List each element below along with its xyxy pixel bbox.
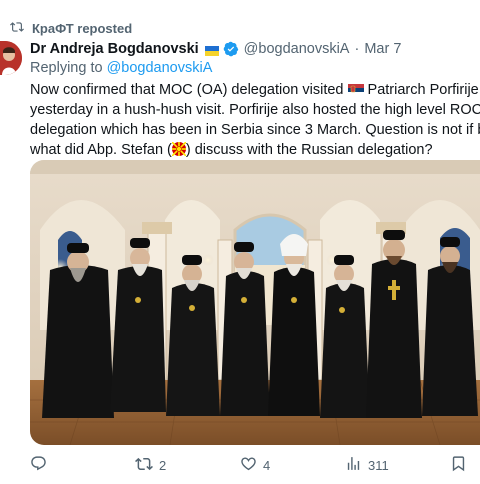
- separator-dot: ·: [354, 41, 360, 57]
- tweet-text: Now confirmed that MOC (OA) delegation v…: [30, 80, 480, 160]
- views-count: 311: [368, 457, 389, 473]
- tweet-text-segment: ) discuss with the Russian delegation?: [185, 142, 433, 158]
- reply-button[interactable]: [30, 455, 53, 475]
- repost-count: 2: [159, 458, 167, 473]
- tweet-text-line: Now confirmed that MOC (OA) delegation v…: [30, 80, 480, 100]
- tweet-text-segment: yesterday in a hush-hush visit. Porfirij…: [30, 102, 480, 118]
- repost-label: КраФТ reposted: [32, 20, 133, 36]
- tweet-text-segment: delegation which has been in Serbia sinc…: [30, 122, 480, 138]
- replying-to: Replying to @bogdanovskiA: [30, 60, 212, 76]
- tweet-text-line: yesterday in a hush-hush visit. Porfirij…: [30, 100, 480, 120]
- bookmark-icon: [450, 455, 473, 475]
- tweet-actions: 2 4 311: [0, 455, 480, 479]
- repost-icon: [10, 20, 32, 37]
- replying-prefix: Replying to: [30, 60, 107, 76]
- tweet-photo[interactable]: [30, 160, 480, 445]
- views-button[interactable]: 311: [345, 455, 389, 475]
- tweet-text-line: what did Abp. Stefan ( ) discuss with the…: [30, 140, 480, 160]
- serbia-flag-icon: [347, 82, 364, 102]
- replying-mention[interactable]: @bogdanovskiA: [107, 60, 213, 76]
- repost-button[interactable]: 2: [135, 455, 166, 476]
- tweet-text-segment: Patriarch Porfirije: [363, 82, 479, 98]
- like-count: 4: [263, 457, 271, 473]
- bookmark-button[interactable]: [450, 455, 473, 475]
- verified-badge-icon: [223, 41, 239, 57]
- tweet-date[interactable]: Mar 7: [364, 41, 401, 57]
- north-macedonia-flag-icon: [171, 141, 187, 162]
- author-handle[interactable]: @bogdanovskiA: [244, 41, 350, 57]
- heart-icon: [240, 455, 263, 475]
- views-chart-icon: [345, 455, 368, 475]
- avatar[interactable]: [0, 41, 22, 75]
- author-name[interactable]: Dr Andreja Bogdanovski: [30, 41, 199, 57]
- reply-icon: [30, 455, 53, 475]
- retweet-icon: [135, 455, 159, 476]
- repost-indicator[interactable]: КраФТ reposted: [10, 20, 132, 36]
- tweet-header: Dr Andreja Bogdanovski @bogdanovskiA · M…: [30, 40, 480, 58]
- tweet-text-line: delegation which has been in Serbia sinc…: [30, 120, 480, 140]
- like-button[interactable]: 4: [240, 455, 270, 475]
- tweet-text-segment: what did Abp. Stefan (: [30, 142, 172, 158]
- tweet-text-segment: Now confirmed that MOC (OA) delegation v…: [30, 82, 348, 98]
- ukraine-flag-icon: [204, 44, 219, 56]
